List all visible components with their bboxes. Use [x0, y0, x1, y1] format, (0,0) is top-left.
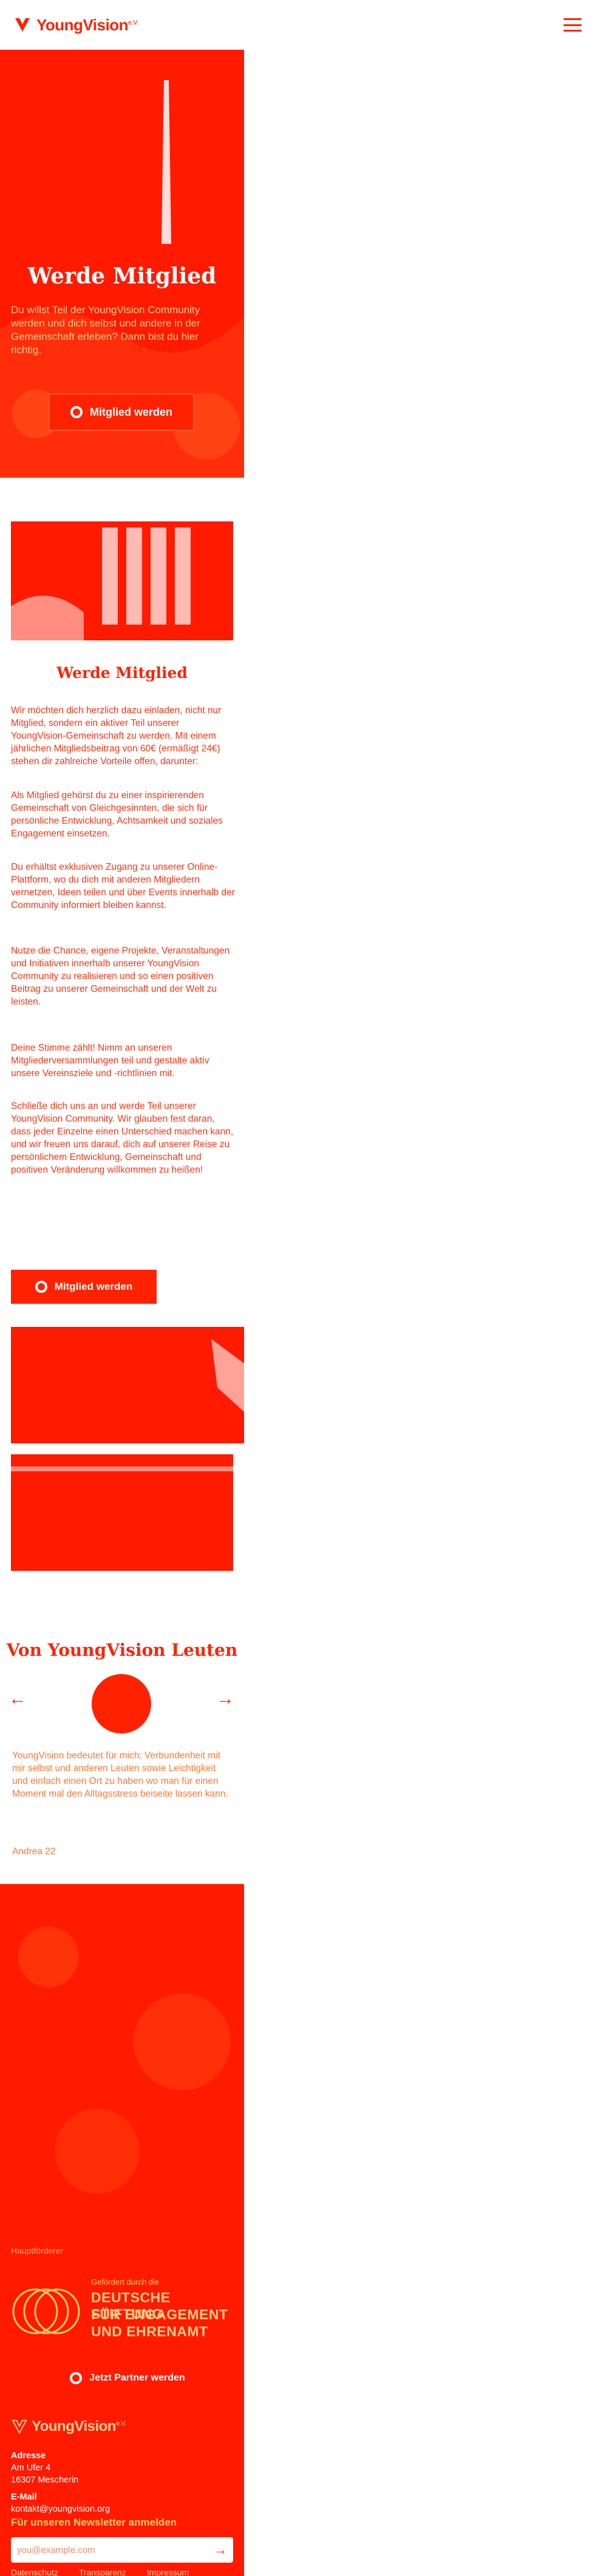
footer-links: Datenschutz Transparenz Impressum [11, 2568, 189, 2576]
arrow-right-icon[interactable]: → [216, 1689, 234, 1709]
menu-icon[interactable] [563, 18, 582, 32]
become-partner-button[interactable]: Jetzt Partner werden [55, 2365, 200, 2391]
testimonial-author: Andrea 22 [12, 1846, 56, 1857]
transparency-link[interactable]: Transparenz [79, 2568, 126, 2576]
membership-paragraph-6: Schließe dich uns an und werde Teil unse… [11, 1101, 234, 1175]
membership-paragraph-2: Als Mitglied gehörst du zu einer inspiri… [11, 790, 223, 839]
community-photo [0, 1884, 244, 2235]
email-label: E-Mail [11, 2492, 37, 2502]
logo-text: YoungVisione.V. [36, 15, 138, 34]
stiftung-line-2: FÜR ENGAGEMENT [91, 2307, 228, 2322]
site-logo[interactable]: YoungVisione.V. [13, 16, 138, 35]
stiftung-logo-icon [12, 2288, 80, 2334]
circle-icon [70, 406, 83, 418]
gallery-photo-2 [11, 1454, 233, 1571]
gallery-photo-1 [11, 1327, 244, 1443]
membership-paragraph-1: Wir möchten dich herzlich dazu einladen,… [11, 705, 222, 767]
newsletter-email-input[interactable] [17, 2544, 214, 2555]
become-partner-button-label: Jetzt Partner werden [89, 2373, 185, 2383]
arrow-right-icon[interactable]: → [214, 2542, 227, 2558]
membership-paragraph-4: Nutze die Chance, eigene Projekte, Veran… [11, 946, 230, 1007]
membership-join-button[interactable]: Mitglied werden [11, 1270, 157, 1304]
hero-title: Werde Mitglied [27, 263, 217, 289]
footer-logo-text: YoungVisione.V. [32, 2418, 126, 2435]
address-line-1: Am Ufer 4 [11, 2463, 51, 2473]
membership-paragraph-3: Du erhältst exklusiven Zugang zu unserer… [11, 862, 235, 910]
newsletter-form: → [11, 2537, 233, 2563]
site-header: YoungVisione.V. [0, 0, 595, 50]
testimonial-quote: YoungVision bedeutet für mich: Verbunden… [12, 1751, 228, 1799]
hero-join-button[interactable]: Mitglied werden [49, 393, 194, 431]
address-label: Adresse [11, 2451, 46, 2461]
membership-photo [11, 521, 233, 640]
stiftung-line-3: UND EHRENAMT [91, 2323, 208, 2339]
footer-logo[interactable]: YoungVisione.V. [11, 2418, 126, 2435]
hero-text: Du willst Teil der YoungVision Community… [11, 304, 200, 356]
address-line-2: 16307 Mescherin [11, 2475, 79, 2485]
arrow-left-icon[interactable]: ← [8, 1689, 27, 1709]
testimonial-avatar [92, 1674, 151, 1734]
membership-paragraph-5: Deine Stimme zählt! Nimm an unseren Mitg… [11, 1043, 209, 1079]
circle-icon [70, 2372, 83, 2384]
hero-join-button-label: Mitglied werden [89, 405, 172, 418]
membership-join-button-label: Mitglied werden [54, 1281, 133, 1292]
imprint-link[interactable]: Impressum [147, 2568, 189, 2576]
stiftung-intro: Gefördert durch die [91, 2277, 160, 2286]
circle-icon [35, 1281, 47, 1293]
youngvision-logo-icon [12, 2419, 27, 2435]
privacy-link[interactable]: Datenschutz [11, 2568, 58, 2576]
membership-title: Werde Mitglied [56, 664, 188, 682]
testimonial-title: Von YoungVision Leuten [6, 1640, 238, 1660]
email-link[interactable]: kontakt@youngvision.org [11, 2503, 110, 2515]
supporter-label: Hauptförderer [11, 2246, 64, 2256]
newsletter-title: Für unseren Newsletter anmelden [11, 2517, 177, 2528]
youngvision-logo-icon [15, 18, 30, 32]
hero-banner: Werde Mitglied Du willst Teil der YoungV… [0, 50, 244, 478]
